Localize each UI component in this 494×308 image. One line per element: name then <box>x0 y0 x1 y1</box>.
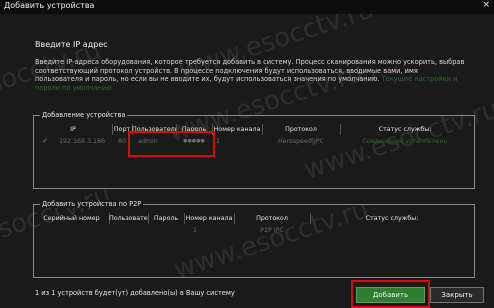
row-checkbox[interactable]: ✔ <box>40 136 50 147</box>
status-text: 1 из 1 устройств будет(ут) добавлено(ы) … <box>35 289 235 297</box>
column-header-status[interactable]: Статус службы: <box>310 213 474 224</box>
cell-protocol[interactable]: P2P IPC <box>234 225 310 236</box>
column-header-protocol[interactable]: Протокол <box>262 124 341 135</box>
column-header-protocol[interactable]: Протокол <box>234 213 311 224</box>
group-title: Добавление устройства <box>40 111 128 119</box>
close-button[interactable]: Закрыть <box>430 287 484 303</box>
add-devices-group: Добавление устройства IP Порт Пользовате… <box>33 111 475 189</box>
table-header: IP Порт Пользователь Пароль Номер канала… <box>34 124 474 135</box>
column-header-channel[interactable]: Номер канала <box>212 124 263 135</box>
column-header-ip[interactable]: IP <box>34 124 113 135</box>
section-title: Введите IP адрес <box>35 40 108 49</box>
description-text: Введите IP-адреса оборудования, которое … <box>35 58 465 92</box>
table-row[interactable]: 1 P2P IPC <box>34 225 474 236</box>
highlight-credentials <box>128 131 215 157</box>
column-header-status[interactable]: Статус службы: <box>340 124 470 135</box>
column-header-serial[interactable]: Серийный номер <box>34 213 110 224</box>
column-header-user[interactable]: Пользователь <box>109 213 149 224</box>
column-header-channel[interactable]: Номер канала <box>184 213 235 224</box>
p2p-devices-group: Добавить устройства по P2P Серийный номе… <box>33 200 475 278</box>
add-button[interactable]: Добавить <box>356 287 425 303</box>
table-header: Серийный номер Пользователь Пароль Номер… <box>34 213 474 224</box>
window-title: Добавить устройства <box>4 1 95 10</box>
table-row[interactable]: ✔ 192.168.3.186 80 admin ●●●●● 1 Herospe… <box>34 136 474 147</box>
group-title: Добавить устройства по P2P <box>40 200 144 208</box>
close-icon[interactable]: × <box>482 0 490 10</box>
cell-ip[interactable]: 192.168.3.186 <box>52 136 112 147</box>
column-header-password[interactable]: Пароль <box>148 213 185 224</box>
cell-channel[interactable]: 1 <box>184 225 206 236</box>
cell-protocol[interactable]: Herospeed|JPC <box>262 136 340 147</box>
cell-status: Соединение установлено <box>362 138 448 145</box>
window-titlebar: Добавить устройства × <box>0 0 494 14</box>
